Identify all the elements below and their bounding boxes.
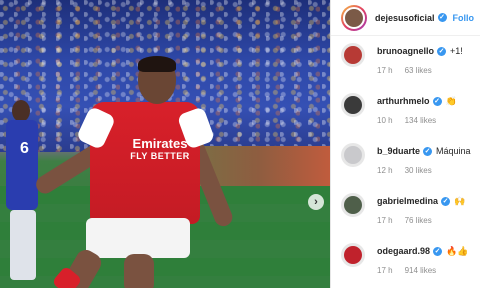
author-avatar[interactable]	[341, 4, 367, 31]
comment-time: 12 h	[377, 166, 393, 175]
commenter-username[interactable]: b_9duarte	[377, 146, 420, 156]
player-hair	[138, 56, 176, 72]
commenter-avatar[interactable]	[341, 143, 365, 167]
player-right-leg	[124, 254, 154, 288]
comment-likes[interactable]: 914 likes	[405, 266, 437, 275]
comment-line: brunoagnello ✓ +1!	[377, 46, 463, 57]
comment-text: Máquina	[436, 146, 471, 156]
commenter-avatar[interactable]	[341, 193, 365, 217]
avatar-image	[344, 46, 362, 64]
commenter-avatar[interactable]	[341, 243, 365, 267]
comment-item: arthurhmelo ✓ 👏 10 h 134 likes	[331, 90, 480, 140]
comment-item: brunoagnello ✓ +1! 17 h 63 likes	[331, 40, 480, 90]
comment-time: 17 h	[377, 66, 393, 75]
avatar-image	[344, 246, 362, 264]
verified-badge-icon: ✓	[423, 147, 433, 157]
comment-time: 17 h	[377, 266, 393, 275]
verified-badge-icon: ✓	[432, 97, 442, 107]
commenter-username[interactable]: gabrielmedina	[377, 196, 438, 206]
commenter-username[interactable]: brunoagnello	[377, 46, 434, 56]
commenter-avatar[interactable]	[341, 43, 365, 67]
sponsor-line-1: Emirates	[132, 136, 188, 151]
comment-likes[interactable]: 63 likes	[405, 66, 432, 75]
verified-badge-icon: ✓	[437, 47, 446, 57]
comment-line: odegaard.98 ✓ 🔥👍	[377, 246, 468, 257]
comment-text: +1!	[450, 46, 463, 56]
author-username[interactable]: dejesusoficial	[375, 13, 435, 23]
comment-item: b_9duarte ✓ Máquina 12 h 30 likes	[331, 140, 480, 190]
sponsor-line-2: FLY BETTER	[130, 151, 190, 161]
comment-meta: 17 h 76 likes	[377, 216, 432, 225]
comment-line: b_9duarte ✓ Máquina	[377, 146, 471, 157]
verified-badge-icon: ✓	[441, 197, 451, 207]
comment-meta: 17 h 63 likes	[377, 66, 432, 75]
comment-time: 10 h	[377, 116, 393, 125]
post-photo[interactable]: 6 Emirates FLY BETTER ›	[0, 0, 330, 288]
comment-meta: 17 h 914 likes	[377, 266, 436, 275]
comment-likes[interactable]: 134 likes	[405, 116, 437, 125]
avatar-image	[344, 196, 362, 214]
comment-likes[interactable]: 30 likes	[405, 166, 432, 175]
comment-text: 🙌	[454, 197, 466, 207]
verified-badge-icon: ✓	[437, 13, 447, 22]
comment-text: 👏	[445, 97, 457, 107]
avatar-image	[344, 96, 362, 114]
comment-line: arthurhmelo ✓ 👏	[377, 96, 457, 107]
verified-badge-icon: ✓	[433, 247, 443, 257]
player-shorts	[86, 218, 190, 258]
next-photo-button[interactable]: ›	[308, 194, 324, 210]
avatar-image	[343, 6, 365, 29]
celebrating-player: Emirates FLY BETTER	[20, 54, 250, 288]
avatar-image	[344, 146, 362, 164]
comment-time: 17 h	[377, 216, 393, 225]
comment-line: gabrielmedina ✓ 🙌	[377, 196, 465, 207]
jersey-sponsor: Emirates FLY BETTER	[124, 136, 196, 162]
post-header: dejesusoficial ✓ Follo	[331, 0, 480, 36]
comment-item: gabrielmedina ✓ 🙌 17 h 76 likes	[331, 190, 480, 240]
comment-meta: 12 h 30 likes	[377, 166, 432, 175]
commenter-avatar[interactable]	[341, 93, 365, 117]
comment-text: 🔥👍	[446, 247, 469, 257]
follow-button[interactable]: Follo	[453, 13, 475, 23]
comments-panel: dejesusoficial ✓ Follo brunoagnello ✓ +1! …	[330, 0, 480, 288]
commenter-username[interactable]: arthurhmelo	[377, 96, 430, 106]
commenter-username[interactable]: odegaard.98	[377, 246, 430, 256]
chevron-right-icon: ›	[314, 196, 318, 208]
comment-meta: 10 h 134 likes	[377, 116, 436, 125]
comment-likes[interactable]: 76 likes	[405, 216, 432, 225]
comment-item: odegaard.98 ✓ 🔥👍 17 h 914 likes	[331, 240, 480, 288]
